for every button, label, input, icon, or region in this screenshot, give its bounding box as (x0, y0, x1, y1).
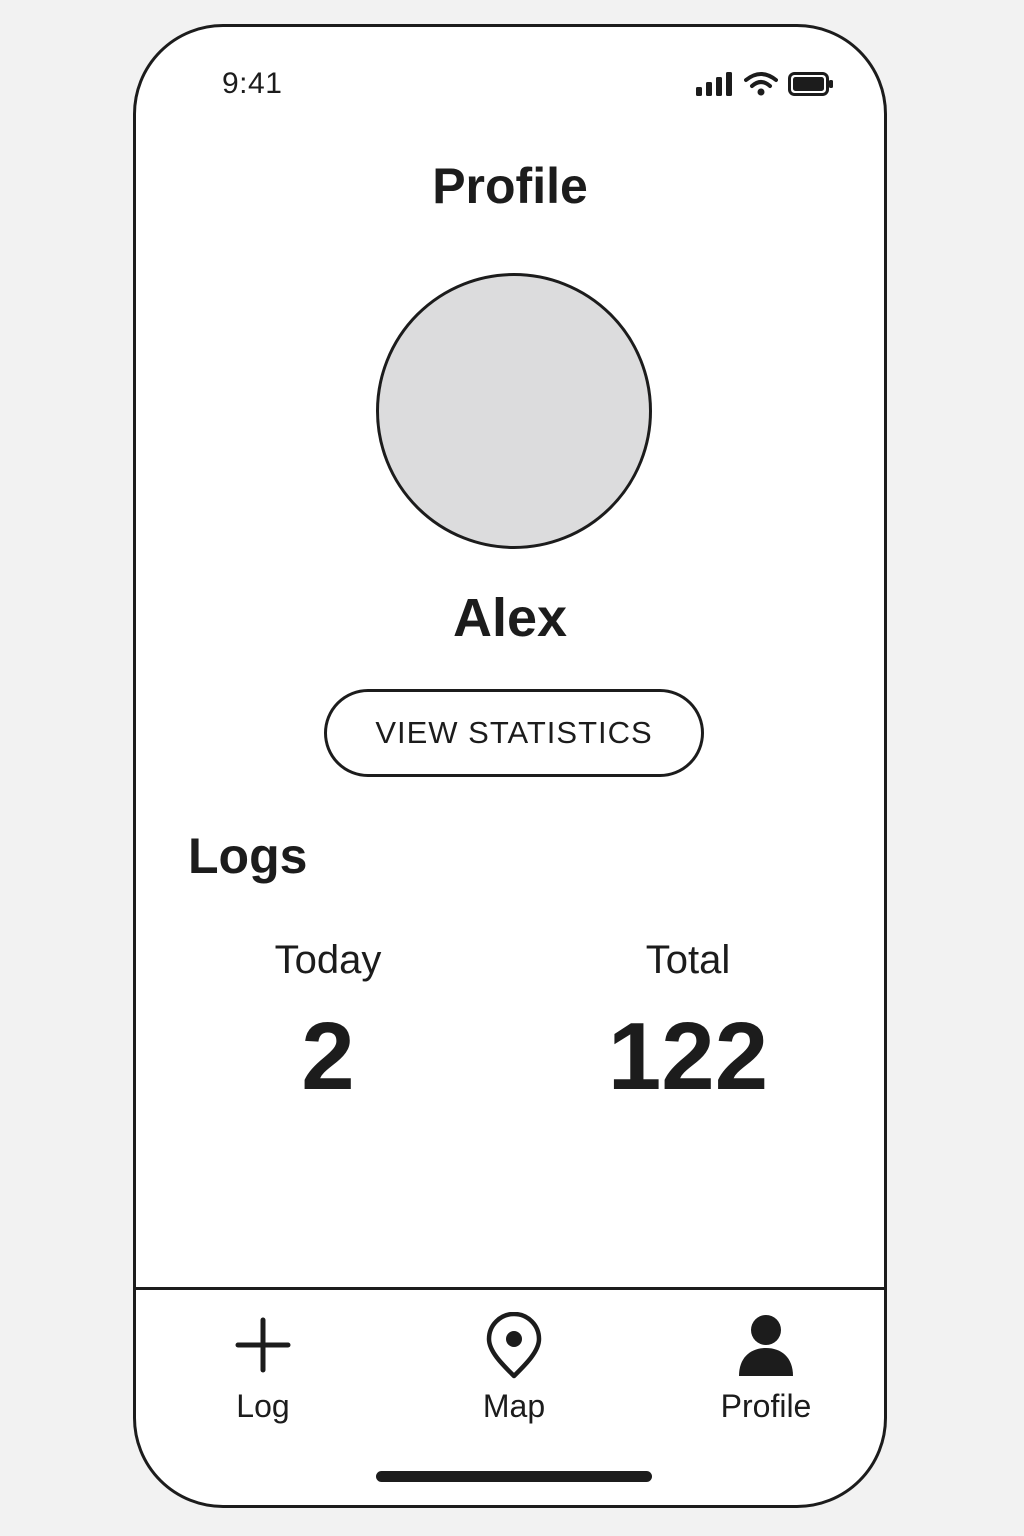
person-icon (739, 1315, 793, 1376)
view-statistics-button[interactable]: VIEW STATISTICS (324, 689, 704, 777)
page-title: Profile (432, 158, 588, 214)
total-label: Total (645, 938, 731, 982)
plus-icon (235, 1317, 291, 1373)
avatar[interactable] (376, 273, 652, 549)
map-pin-icon (486, 1312, 542, 1379)
wifi-icon (744, 72, 778, 96)
tab-log[interactable]: Log (183, 1312, 343, 1425)
total-count: 122 (607, 1003, 769, 1110)
battery-icon (788, 72, 833, 96)
user-name: Alex (452, 588, 568, 648)
tab-log-label: Log (236, 1388, 290, 1424)
today-count: 2 (301, 1003, 355, 1110)
today-stat: Today 2 (198, 932, 458, 1112)
home-indicator[interactable] (376, 1471, 652, 1482)
today-label: Today (274, 938, 382, 982)
total-stat: Total 122 (558, 932, 818, 1112)
status-icons (696, 71, 834, 97)
status-time: 9:41 (222, 67, 283, 100)
cellular-signal-icon (696, 72, 732, 96)
tab-profile-label: Profile (720, 1388, 812, 1424)
phone-frame: 9:41 Profile Alex VIEW STATISTICS Logs T… (133, 24, 887, 1508)
tab-map[interactable]: Map (434, 1312, 594, 1425)
tab-profile[interactable]: Profile (686, 1312, 846, 1425)
tab-map-label: Map (482, 1388, 546, 1424)
logs-section-title: Logs (188, 828, 308, 884)
